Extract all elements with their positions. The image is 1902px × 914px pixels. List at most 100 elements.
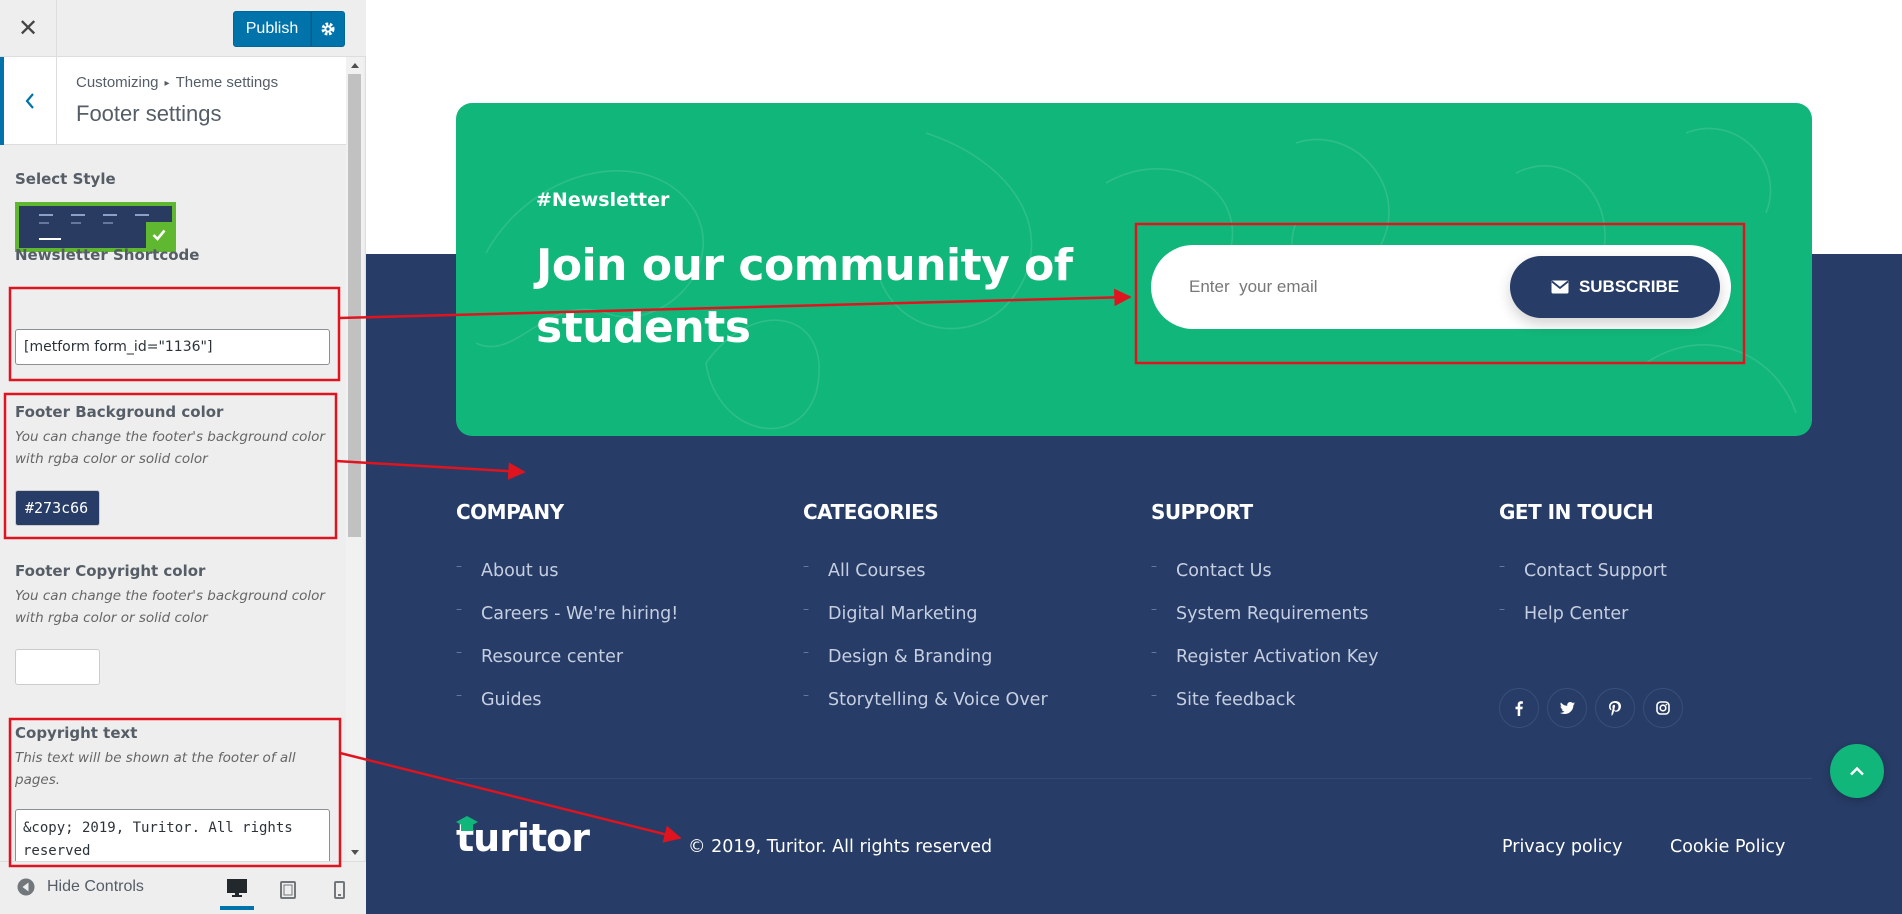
scrollbar-thumb[interactable] <box>348 74 361 537</box>
publish-button[interactable]: Publish <box>233 11 311 47</box>
collapse-arrow-icon <box>17 878 35 896</box>
publish-settings-button[interactable] <box>311 11 345 47</box>
footer-link[interactable]: Site feedback <box>1151 688 1379 733</box>
bg-color-title: Footer Background color <box>15 403 224 421</box>
back-button[interactable] <box>0 57 57 145</box>
chevron-left-icon <box>25 93 34 109</box>
mobile-icon <box>333 881 345 899</box>
footer-link[interactable]: Help Center <box>1499 602 1667 647</box>
publish-group: Publish <box>233 11 345 47</box>
footer-divider <box>456 778 1812 779</box>
close-customizer-button[interactable]: ✕ <box>0 0 57 56</box>
subscribe-label: SUBSCRIBE <box>1578 277 1680 296</box>
breadcrumb-item: Theme settings <box>175 74 279 91</box>
footer-column-support: SUPPORT Contact Us System Requirements R… <box>1151 500 1379 733</box>
column-title: SUPPORT <box>1151 500 1253 524</box>
footer-link[interactable]: All Courses <box>803 559 1048 604</box>
copyright-text: © 2019, Turitor. All rights reserved <box>688 837 993 857</box>
footer-link[interactable]: Contact Support <box>1499 559 1667 604</box>
scroll-up-arrow-icon[interactable] <box>346 57 363 74</box>
footer-link[interactable]: Guides <box>456 688 678 733</box>
panel-title: Footer settings <box>76 101 222 126</box>
thumb-line <box>71 214 85 216</box>
footer-column-company: COMPANY About us Careers - We're hiring!… <box>456 500 678 733</box>
footer-link[interactable]: Contact Us <box>1151 559 1379 604</box>
copyright-textarea[interactable]: &copy; 2019, Turitor. All rights reserve… <box>15 809 330 861</box>
desktop-icon <box>227 879 247 897</box>
privacy-policy-link[interactable]: Privacy policy <box>1502 837 1622 857</box>
footer-link[interactable]: Design & Branding <box>803 645 1048 690</box>
social-links <box>1499 688 1683 728</box>
thumb-line <box>39 214 53 216</box>
thumb-line <box>39 222 49 224</box>
instagram-link[interactable] <box>1643 688 1683 728</box>
twitter-link[interactable] <box>1547 688 1587 728</box>
newsletter-section: #Newsletter Join our community of studen… <box>456 103 1812 436</box>
chevron-up-icon <box>1850 766 1864 776</box>
footer-link[interactable]: Storytelling & Voice Over <box>803 688 1048 733</box>
footer-column-contact: GET IN TOUCH Contact Support Help Center <box>1499 500 1667 647</box>
newsletter-form: SUBSCRIBE <box>1151 245 1731 329</box>
cookie-policy-link[interactable]: Cookie Policy <box>1670 837 1785 857</box>
customizer-header: ✕ Publish <box>0 0 366 57</box>
column-title: CATEGORIES <box>803 500 939 524</box>
newsletter-tag: #Newsletter <box>536 189 670 211</box>
footer-link[interactable]: About us <box>456 559 678 604</box>
footer-style-option[interactable] <box>15 202 176 252</box>
bg-color-picker[interactable]: #273c66 <box>15 490 100 526</box>
tablet-preview-button[interactable] <box>271 870 305 910</box>
footer-link[interactable]: System Requirements <box>1151 602 1379 647</box>
footer-link[interactable]: Digital Marketing <box>803 602 1048 647</box>
sidebar-scrollbar[interactable] <box>346 57 363 861</box>
footer-link[interactable]: Register Activation Key <box>1151 645 1379 690</box>
customizer-footer: Hide Controls <box>0 861 366 914</box>
newsletter-email-input[interactable] <box>1189 265 1489 309</box>
column-title: GET IN TOUCH <box>1499 500 1654 524</box>
thumb-line <box>39 238 61 240</box>
breadcrumb: Customizing ▸ Theme settings <box>76 74 278 91</box>
copyright-text-description: This text will be shown at the footer of… <box>15 750 296 788</box>
shortcode-input[interactable] <box>15 329 330 365</box>
breadcrumb-item: Customizing <box>76 74 159 91</box>
controls-scroll-area: Select Style Newsletter Shortcode Footer… <box>0 145 346 861</box>
close-icon: ✕ <box>17 14 39 42</box>
scroll-down-arrow-icon[interactable] <box>346 844 363 861</box>
thumb-line <box>135 214 149 216</box>
copyright-color-title: Footer Copyright color <box>15 562 206 580</box>
breadcrumb-separator-icon: ▸ <box>164 78 170 89</box>
hide-controls-button[interactable]: Hide Controls <box>17 878 144 896</box>
back-to-top-button[interactable] <box>1830 744 1884 798</box>
copyright-color-picker[interactable] <box>15 649 100 685</box>
thumb-line <box>103 214 117 216</box>
copyright-color-description: You can change the footer's background c… <box>15 588 325 626</box>
customizer-sidebar: ✕ Publish Customizing ▸ Theme settings Foo… <box>0 0 366 914</box>
pinterest-link[interactable] <box>1595 688 1635 728</box>
twitter-icon <box>1559 702 1575 714</box>
column-title: COMPANY <box>456 500 564 524</box>
copyright-text-title: Copyright text <box>15 724 138 742</box>
footer-column-categories: CATEGORIES All Courses Digital Marketing… <box>803 500 1048 733</box>
select-style-title: Select Style <box>15 170 116 188</box>
footer-link[interactable]: Resource center <box>456 645 678 690</box>
mobile-preview-button[interactable] <box>322 870 356 910</box>
graduation-cap-icon <box>456 816 478 831</box>
bg-color-description: You can change the footer's background c… <box>15 429 325 467</box>
pinterest-icon <box>1609 700 1621 716</box>
site-preview: #Newsletter Join our community of studen… <box>366 0 1902 914</box>
shortcode-title: Newsletter Shortcode <box>15 246 200 264</box>
desktop-preview-button[interactable] <box>220 870 254 910</box>
panel-titlebar: Customizing ▸ Theme settings Footer settin… <box>0 57 346 145</box>
facebook-icon <box>1515 700 1523 716</box>
footer-link[interactable]: Careers - We're hiring! <box>456 602 678 647</box>
turitor-logo[interactable]: turitor <box>456 816 590 860</box>
hide-controls-label: Hide Controls <box>47 878 144 895</box>
subscribe-button[interactable]: SUBSCRIBE <box>1510 256 1720 318</box>
envelope-icon <box>1551 280 1569 294</box>
check-icon <box>152 229 166 241</box>
thumb-line <box>103 222 113 224</box>
facebook-link[interactable] <box>1499 688 1539 728</box>
selected-check <box>146 222 172 248</box>
tablet-icon <box>280 881 296 899</box>
newsletter-heading: Join our community of students <box>536 240 1073 353</box>
thumb-line <box>71 222 81 224</box>
